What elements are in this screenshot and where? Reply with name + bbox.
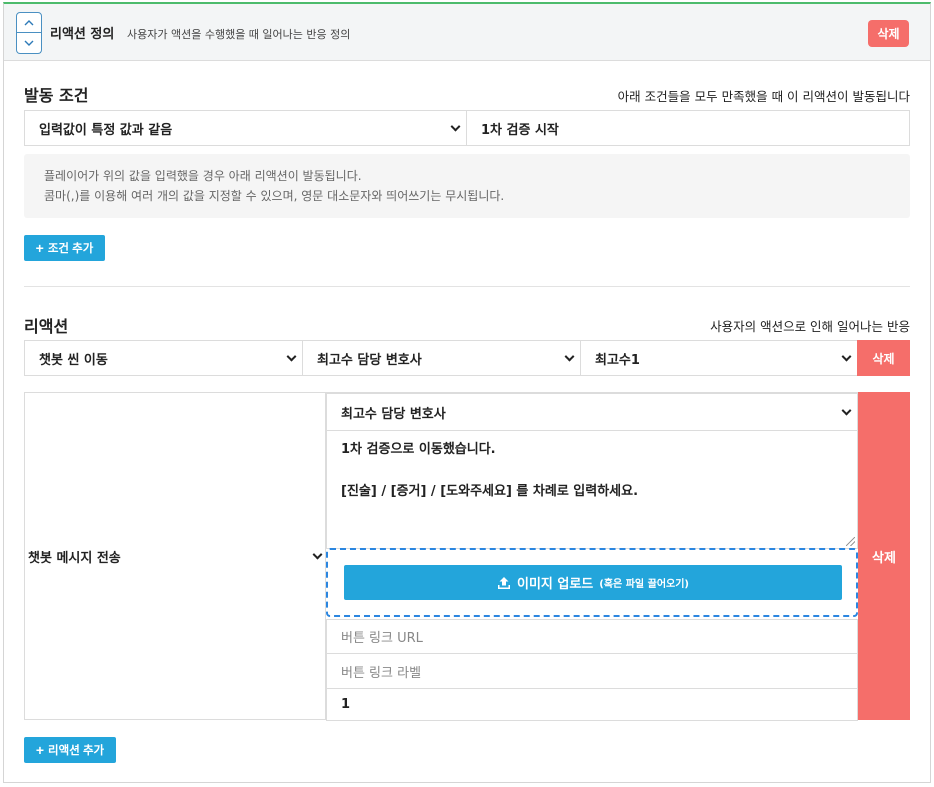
chevron-down-icon: [312, 549, 323, 560]
trigger-section-hint: 아래 조건들을 모두 만족했을 때 이 리액션이 발동됩니다: [617, 89, 910, 104]
image-drop-zone[interactable]: 이미지 업로드 (혹은 파일 끌어오기): [326, 548, 858, 617]
delete-action-button-2[interactable]: 삭제: [858, 392, 910, 720]
scene-value: 최고수1: [595, 352, 640, 368]
chevron-up-icon: [24, 20, 34, 26]
section-divider: [24, 286, 910, 287]
bot-value-1: 최고수 담당 변호사: [317, 352, 422, 368]
actions-section-title: 리액션: [24, 317, 69, 336]
trigger-section-title: 발동 조건: [24, 86, 89, 105]
panel-subtitle: 사용자가 액션을 수행했을 때 일어나는 반응 정의: [127, 28, 351, 41]
condition-value-text: 1차 검증 시작: [481, 122, 559, 138]
bot-value-2: 최고수 담당 변호사: [341, 406, 446, 422]
image-upload-button[interactable]: 이미지 업로드 (혹은 파일 끌어오기): [344, 565, 842, 600]
button-link-url-placeholder: 버튼 링크 URL: [341, 631, 423, 646]
delay-input[interactable]: 1: [326, 688, 858, 721]
condition-value-input[interactable]: 1차 검증 시작: [466, 110, 910, 146]
panel-header: 리액션 정의 사용자가 액션을 수행했을 때 일어나는 반응 정의 삭제: [4, 4, 930, 61]
plus-icon: +: [35, 742, 45, 758]
action-type-select-1[interactable]: 챗봇 씬 이동: [24, 340, 303, 376]
action-type-select-2[interactable]: 챗봇 메시지 전송: [25, 393, 326, 719]
chevron-down-icon: [450, 121, 461, 132]
delay-value: 1: [341, 697, 351, 712]
message-textarea[interactable]: 1차 검증으로 이동했습니다. [진술] / [증거] / [도와주세요] 를 …: [326, 430, 858, 549]
delete-action-button-1[interactable]: 삭제: [857, 340, 910, 376]
condition-type-value: 입력값이 특정 값과 같음: [39, 122, 173, 138]
condition-type-select[interactable]: 입력값이 특정 값과 같음: [24, 110, 467, 146]
add-action-button[interactable]: + 리액션 추가: [24, 737, 116, 763]
action-type-value-1: 챗봇 씬 이동: [39, 352, 108, 368]
action-type-value-2: 챗봇 메시지 전송: [28, 550, 121, 566]
action-card-message: 챗봇 메시지 전송 최고수 담당 변호사 1차 검증으로 이동했습니다. [진술…: [24, 392, 910, 721]
chevron-down-icon: [564, 351, 575, 362]
condition-info-line-1: 플레이어가 위의 값을 입력했을 경우 아래 리액션이 발동됩니다.: [44, 169, 362, 183]
sort-controls: [16, 12, 42, 54]
chevron-down-icon: [286, 351, 297, 362]
scene-select[interactable]: 최고수1: [580, 340, 858, 376]
add-action-label: 리액션 추가: [48, 745, 105, 757]
chevron-down-icon: [24, 40, 34, 46]
chevron-down-icon: [841, 351, 852, 362]
button-link-label-input[interactable]: 버튼 링크 라벨: [326, 653, 858, 689]
message-line-1: 1차 검증으로 이동했습니다.: [341, 442, 496, 457]
condition-info-line-2: 콤마(,)를 이용해 여러 개의 값을 지정할 수 있으며, 영문 대소문자와 …: [44, 189, 505, 203]
panel-title: 리액션 정의: [50, 27, 115, 42]
plus-icon: +: [35, 240, 44, 256]
button-link-label-placeholder: 버튼 링크 라벨: [341, 665, 422, 681]
upload-icon: [497, 576, 510, 589]
resize-handle-icon[interactable]: [846, 537, 855, 546]
condition-info-box: 플레이어가 위의 값을 입력했을 경우 아래 리액션이 발동됩니다. 콤마(,)…: [24, 154, 910, 218]
message-line-2: [진술] / [증거] / [도와주세요] 를 차례로 입력하세요.: [341, 484, 639, 499]
add-condition-label: 조건 추가: [47, 243, 94, 255]
chevron-down-icon: [841, 405, 852, 416]
bot-select-2[interactable]: 최고수 담당 변호사: [326, 393, 858, 431]
bot-select-1[interactable]: 최고수 담당 변호사: [302, 340, 581, 376]
move-up-button[interactable]: [16, 12, 42, 33]
reaction-panel: 리액션 정의 사용자가 액션을 수행했을 때 일어나는 반응 정의 삭제 발동 …: [3, 2, 931, 783]
delete-reaction-button[interactable]: 삭제: [868, 20, 909, 47]
move-down-button[interactable]: [16, 33, 42, 54]
upload-hint: (혹은 파일 끌어오기): [599, 579, 689, 590]
actions-section-hint: 사용자의 액션으로 인해 일어나는 반응: [710, 319, 910, 334]
add-condition-button[interactable]: + 조건 추가: [24, 235, 105, 261]
upload-label: 이미지 업로드: [516, 577, 594, 592]
button-link-url-input[interactable]: 버튼 링크 URL: [326, 619, 858, 654]
